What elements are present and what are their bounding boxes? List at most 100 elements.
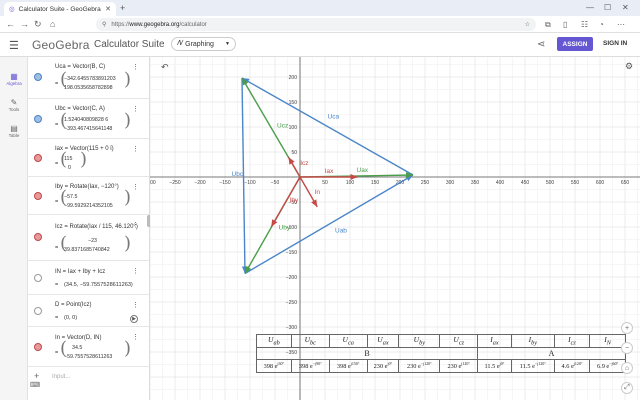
url-path: /calculator [179,21,207,28]
table-header: Icz [553,334,591,348]
share-icon[interactable]: ⋖ [537,39,545,50]
vector-label-uby: Uby [279,224,291,231]
x-tick-label: 50 [322,180,328,186]
algebra-input-row[interactable]: + Input... [28,367,149,389]
graphing-app-icon: 𝑁 [177,40,183,47]
vector-label-uab: Uab [335,227,347,234]
row-menu-icon[interactable]: ⋮ [132,333,139,341]
algebra-row-iby[interactable]: Iby = Rotate(Iax, −120°) = ( −57.5 −99.5… [28,177,149,215]
fullscreen-icon[interactable]: ⤢ [621,382,633,394]
calculator-icon: ▦ [10,72,18,81]
row-menu-icon[interactable]: ⋮ [132,183,139,191]
close-tab-icon[interactable]: ✕ [105,5,111,13]
algebra-row-icz[interactable]: Icz = Rotate(Iax / 115, 46.120°) = ( −23… [28,215,149,261]
table-cell: 4.6 ej120° [553,359,591,373]
browser-menu-icon[interactable]: ⋯ [617,20,625,29]
zoom-in-icon[interactable]: + [621,322,633,334]
forward-icon[interactable]: → [20,19,29,29]
row-menu-icon[interactable]: ⋮ [132,145,139,153]
x-tick-label: −150 [219,180,230,186]
x-tick-label: −200 [194,180,205,186]
x-tick-label: 300 [446,180,455,186]
table-header: Uab [256,334,292,348]
table-cell: 11.5 e−j120° [510,359,555,373]
visibility-toggle[interactable] [34,192,42,200]
visibility-toggle[interactable] [34,274,42,282]
row-menu-icon[interactable]: ⋮ [132,221,139,229]
y-tick-label: 50 [291,150,297,156]
close-window-icon[interactable]: ✕ [622,3,629,12]
geogebra-logo[interactable]: GeoGebra [32,38,90,52]
phasor-table: Uab Ubc Uca Uax Uby Ucz Iax Iby Icz IN B… [255,334,626,373]
algebra-row-d[interactable]: D = Point(Icz) = (0, 0) ⋮ ▶ [28,295,149,327]
add-item-icon[interactable]: + [34,371,39,381]
x-tick-label: 250 [421,180,430,186]
y-tick-label: −250 [286,300,297,306]
extensions-icon[interactable]: ⧉ [545,20,551,30]
visibility-toggle[interactable] [34,343,42,351]
x-tick-label: 450 [521,180,530,186]
geogebra-favicon-icon: ◎ [9,6,15,13]
play-icon[interactable]: ▶ [130,315,138,323]
hamburger-menu-icon[interactable]: ☰ [9,39,19,52]
new-tab-button[interactable]: + [120,3,125,13]
x-tick-label: 400 [496,180,505,186]
sign-in-button[interactable]: SIGN IN [603,40,627,47]
sidebar-icon[interactable]: ▯ [563,20,567,29]
back-icon[interactable]: ← [6,19,15,29]
algebra-row-iax[interactable]: Iax = Vector(115 + 0 ί) = ( 115 0 ) ⋮ [28,139,149,177]
algebra-row-in-vector[interactable]: In = Vector(D, IN) = ( 34.5 −59.75575286… [28,327,149,367]
graphics-settings-gear-icon[interactable]: ⚙ [625,61,633,72]
site-info-icon[interactable]: ⚲ [102,21,106,28]
vector-uab [244,174,414,275]
bookmark-star-icon[interactable]: ☆ [525,21,530,28]
vector-label-uax: Uax [357,167,369,174]
visibility-toggle[interactable] [34,73,42,81]
home-icon[interactable]: ⌂ [50,19,55,29]
algebra-panel: Uca = Vector(B, C) = ( −342.645578389120… [28,57,150,400]
rail-item-table[interactable]: ▤ Table [2,124,26,138]
reload-icon[interactable]: ↻ [34,19,42,30]
table-cell: 230 ej0° [366,359,400,373]
visibility-toggle[interactable] [34,115,42,123]
profile-icon[interactable]: ◔ [599,20,604,29]
zoom-out-icon[interactable]: − [621,342,633,354]
row-menu-icon[interactable]: ⋮ [132,267,139,275]
undo-icon[interactable]: ↶ [161,62,169,73]
rail-item-algebra[interactable]: ▦ Algebra [2,72,26,86]
suite-title: Calculator Suite [94,39,165,50]
table-header: Ubc [290,334,330,348]
assign-button[interactable]: ASSIGN [557,37,593,51]
url-field[interactable]: ⚲ https://www.geogebra.org/calculator ☆ [96,18,536,31]
x-tick-label: 650 [621,180,630,186]
minimize-window-icon[interactable]: — [586,3,594,12]
algebra-input[interactable]: Input... [52,374,70,380]
keyboard-icon[interactable]: ⌨ [30,381,40,389]
algebra-row-uca[interactable]: Uca = Vector(B, C) = ( −342.645578389120… [28,57,149,99]
table-cell: 230 e−j120° [398,359,441,373]
vector-label-ucz: Ucz [277,123,288,130]
visibility-toggle[interactable] [34,307,42,315]
row-menu-icon[interactable]: ⋮ [132,301,139,309]
vector-label-icz: Icz [300,160,308,167]
table-cell: 398 e−j90° [290,359,330,373]
table-header: Ucz [439,334,479,348]
app-selector-dropdown[interactable]: 𝑁 Graphing ▼ [171,37,236,51]
y-tick-label: 100 [289,125,298,131]
row-menu-icon[interactable]: ⋮ [132,105,139,113]
algebra-row-in-point[interactable]: IN = Iax + Iby + Icz = (34.5, −59.755752… [28,261,149,295]
browser-tab[interactable]: ◎ Calculator Suite - GeoGebra ✕ [4,2,116,16]
home-view-icon[interactable]: ⌂ [621,362,633,374]
rail-item-tools[interactable]: ✎ Tools [2,98,26,112]
table-header: Iax [477,334,512,348]
visibility-toggle[interactable] [34,154,42,162]
maximize-window-icon[interactable]: ☐ [604,3,611,12]
row-menu-icon[interactable]: ⋮ [132,63,139,71]
vector-label-uca: Uca [328,114,340,121]
visibility-toggle[interactable] [34,233,42,241]
x-tick-label: 350 [471,180,480,186]
vector-label-iby: Iby [290,197,299,204]
table-header: Uby [398,334,441,348]
algebra-row-ubc[interactable]: Ubc = Vector(C, A) = ( 1.524040809828 6 … [28,99,149,139]
collections-icon[interactable]: ☷ [581,20,588,29]
